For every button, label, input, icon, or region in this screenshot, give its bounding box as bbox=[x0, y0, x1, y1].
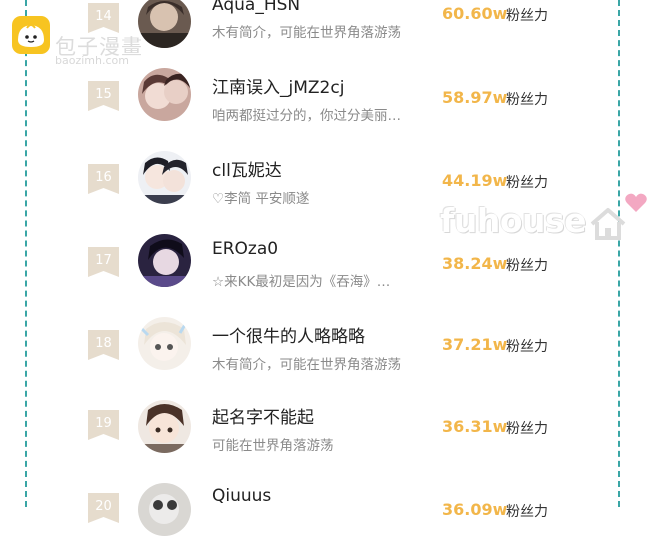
heart-icon bbox=[624, 192, 648, 218]
fans-label: 粉丝力 bbox=[506, 175, 548, 191]
fans-count: 36.31w bbox=[442, 417, 508, 436]
user-name[interactable]: cll瓦妮达 bbox=[212, 156, 282, 181]
avatar[interactable] bbox=[138, 68, 191, 121]
user-name[interactable]: 一个很牛的人略略略 bbox=[212, 322, 365, 347]
user-name[interactable]: 起名字不能起 bbox=[212, 403, 314, 428]
fuhouse-watermark: fuhouse bbox=[440, 201, 587, 240]
fans-label: 粉丝力 bbox=[506, 504, 548, 520]
fans-label: 粉丝力 bbox=[506, 258, 548, 274]
rank-badge: 17 bbox=[88, 247, 119, 277]
user-name[interactable]: 江南误入_jMZ2cj bbox=[212, 73, 344, 98]
fans-label: 粉丝力 bbox=[506, 92, 548, 108]
rank-badge: 14 bbox=[88, 3, 119, 33]
user-description: 可能在世界角落游荡 bbox=[212, 438, 334, 454]
fans-count: 36.09w bbox=[442, 500, 508, 519]
user-name[interactable]: Qiuuus bbox=[212, 486, 271, 506]
avatar[interactable] bbox=[138, 234, 191, 287]
ranking-row[interactable]: 18 一个很牛的人略略略 木有简介，可能在世界角落游荡 37.21w 粉丝力 bbox=[0, 287, 650, 373]
rank-badge: 18 bbox=[88, 330, 119, 360]
user-name[interactable]: Aqua_HSN bbox=[212, 0, 300, 15]
ranking-row[interactable]: 20 Qiuuus 36.09w 粉丝力 bbox=[0, 453, 650, 536]
ranking-row[interactable]: 19 起名字不能起 可能在世界角落游荡 36.31w 粉丝力 bbox=[0, 370, 650, 454]
rank-badge: 20 bbox=[88, 493, 119, 523]
avatar[interactable] bbox=[138, 400, 191, 453]
fans-count: 44.19w bbox=[442, 171, 508, 190]
site-domain: baozimh.com bbox=[55, 54, 129, 67]
avatar[interactable] bbox=[138, 317, 191, 370]
fans-count: 58.97w bbox=[442, 88, 508, 107]
fans-count: 60.60w bbox=[442, 4, 508, 23]
baozi-mascot-icon bbox=[12, 16, 50, 54]
fans-label: 粉丝力 bbox=[506, 339, 548, 355]
avatar[interactable] bbox=[138, 483, 191, 536]
user-name[interactable]: EROza0 bbox=[212, 239, 278, 259]
fans-label: 粉丝力 bbox=[506, 8, 548, 24]
house-icon bbox=[588, 204, 628, 246]
rank-badge: 15 bbox=[88, 81, 119, 111]
rank-badge: 16 bbox=[88, 164, 119, 194]
avatar[interactable] bbox=[138, 151, 191, 204]
ranking-row[interactable]: 16 cll瓦妮达 ♡李简 平安顺遂 44.19w 粉丝力 bbox=[0, 121, 650, 207]
rank-badge: 19 bbox=[88, 410, 119, 440]
fans-label: 粉丝力 bbox=[506, 421, 548, 437]
fans-count: 37.21w bbox=[442, 335, 508, 354]
fans-count: 38.24w bbox=[442, 254, 508, 273]
